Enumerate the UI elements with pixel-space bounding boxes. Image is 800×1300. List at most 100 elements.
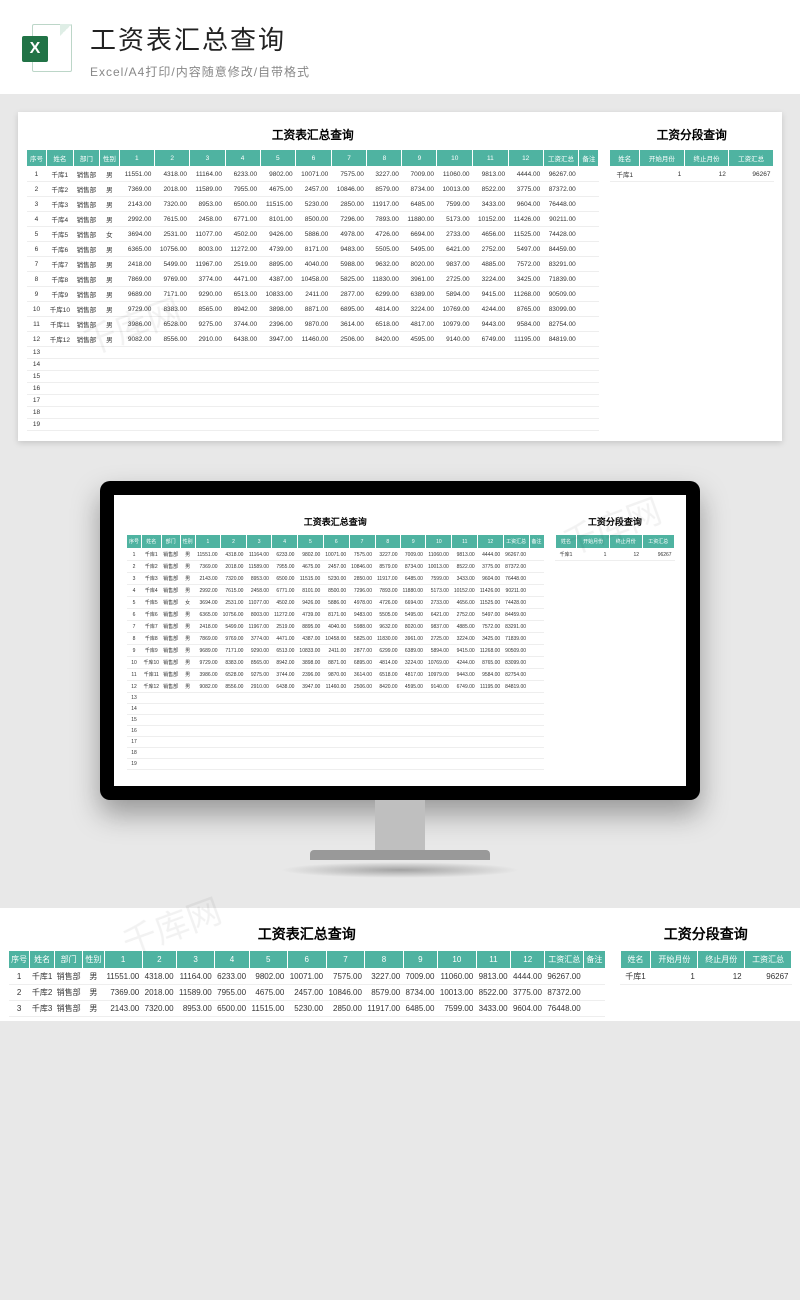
table-cell: 11 [127, 669, 142, 681]
table-cell: 3947.00 [297, 681, 323, 693]
table-cell: 11589.00 [177, 985, 215, 1001]
table-cell [473, 395, 509, 407]
table-cell: 8871.00 [323, 657, 349, 669]
table-cell: 7369.00 [195, 561, 220, 573]
table-cell: 9082.00 [195, 681, 220, 693]
table-cell: 6485.00 [403, 1001, 437, 1017]
table-cell: 6694.00 [400, 597, 425, 609]
table-cell: 9290.00 [246, 645, 271, 657]
table-cell [529, 621, 544, 633]
table-row: 5千库5销售部女3694.002531.0011077.004502.00942… [27, 227, 599, 242]
table-cell: 19 [127, 759, 142, 770]
table-cell [142, 693, 162, 704]
table-cell [272, 715, 297, 726]
column-header: 工资汇总 [503, 535, 529, 549]
table-cell: 6771.00 [272, 585, 297, 597]
table-cell: 千库8 [142, 633, 162, 645]
column-header: 5 [297, 535, 323, 549]
table-cell: 9802.00 [249, 969, 287, 985]
table-cell [579, 257, 599, 272]
table-cell: 2 [27, 182, 47, 197]
table-cell [221, 715, 247, 726]
table-cell: 2910.00 [190, 332, 225, 347]
spreadsheet-preview-top: 工资表汇总查询 序号姓名部门性别123456789101112工资汇总备注 1千… [18, 112, 782, 441]
table-cell: 男 [99, 287, 119, 302]
page-header: X 工资表汇总查询 Excel/A4打印/内容随意修改/自带格式 [0, 0, 800, 94]
table-cell: 10458.00 [296, 272, 332, 287]
page-subtitle: Excel/A4打印/内容随意修改/自带格式 [90, 63, 310, 80]
table-cell [225, 359, 260, 371]
table-cell: 2992.00 [195, 585, 220, 597]
table-cell: 男 [180, 585, 195, 597]
table-cell [367, 419, 402, 431]
table-cell [375, 715, 400, 726]
table-cell: 3774.00 [246, 633, 271, 645]
table-cell: 11515.00 [297, 573, 323, 585]
table-cell [119, 347, 154, 359]
table-cell: 3694.00 [119, 227, 154, 242]
column-header: 工资汇总 [729, 150, 774, 167]
table-cell [400, 693, 425, 704]
table-cell: 8420.00 [375, 681, 400, 693]
table-cell: 2418.00 [119, 257, 154, 272]
table-cell: 15 [127, 715, 142, 726]
table-cell [508, 383, 543, 395]
table-cell [99, 419, 119, 431]
table-cell: 11967.00 [246, 621, 271, 633]
table-cell: 8871.00 [296, 302, 332, 317]
column-header: 3 [177, 951, 215, 969]
table-cell: 9729.00 [195, 657, 220, 669]
table-cell: 11551.00 [104, 969, 142, 985]
table-cell: 9443.00 [473, 317, 509, 332]
table-cell: 9604.00 [508, 197, 543, 212]
table-cell: 7369.00 [119, 182, 154, 197]
table-cell: 11917.00 [367, 197, 402, 212]
table-cell: 4040.00 [323, 621, 349, 633]
table-cell: 6 [127, 609, 142, 621]
table-cell: 10756.00 [154, 242, 190, 257]
table-cell: 2457.00 [323, 561, 349, 573]
table-row: 5千库5销售部女3694.002531.0011077.004502.00942… [127, 597, 545, 609]
side-table-strip: 姓名开始月份终止月份工资汇总 千库111296267 [620, 950, 792, 985]
table-cell: 千库1 [30, 969, 55, 985]
table-cell: 18 [127, 748, 142, 759]
table-cell [297, 748, 323, 759]
table-cell: 11525.00 [478, 597, 503, 609]
column-header: 序号 [27, 150, 47, 167]
column-header: 9 [403, 951, 437, 969]
spreadsheet-preview-bottom: 工资表汇总查询 序号姓名部门性别123456789101112工资汇总备注 1千… [0, 908, 800, 1021]
table-cell: 千库5 [142, 597, 162, 609]
column-header: 姓名 [46, 150, 73, 167]
table-cell: 87372.00 [545, 985, 584, 1001]
table-cell [161, 715, 180, 726]
table-cell [584, 1001, 605, 1017]
table-cell: 8500.00 [296, 212, 332, 227]
table-cell: 6299.00 [367, 287, 402, 302]
table-cell: 9769.00 [154, 272, 190, 287]
table-cell: 9275.00 [246, 669, 271, 681]
table-cell: 6438.00 [225, 332, 260, 347]
table-cell [119, 407, 154, 419]
table-cell [579, 287, 599, 302]
table-cell: 11195.00 [508, 332, 543, 347]
table-cell: 11164.00 [177, 969, 215, 985]
column-header: 性别 [83, 951, 104, 969]
table-cell: 4040.00 [296, 257, 332, 272]
table-cell: 9584.00 [508, 317, 543, 332]
table-cell [437, 347, 473, 359]
table-cell: 8556.00 [154, 332, 190, 347]
table-cell [323, 737, 349, 748]
table-cell [161, 693, 180, 704]
table-cell: 4726.00 [367, 227, 402, 242]
table-cell: 2531.00 [154, 227, 190, 242]
table-cell [367, 359, 402, 371]
table-cell: 男 [180, 669, 195, 681]
table-row: 14 [27, 359, 599, 371]
table-row: 19 [27, 419, 599, 431]
table-cell: 8020.00 [400, 621, 425, 633]
table-cell: 71839.00 [503, 633, 529, 645]
table-cell: 销售部 [161, 633, 180, 645]
table-cell: 5495.00 [400, 609, 425, 621]
table-cell [579, 317, 599, 332]
table-cell: 7893.00 [367, 212, 402, 227]
